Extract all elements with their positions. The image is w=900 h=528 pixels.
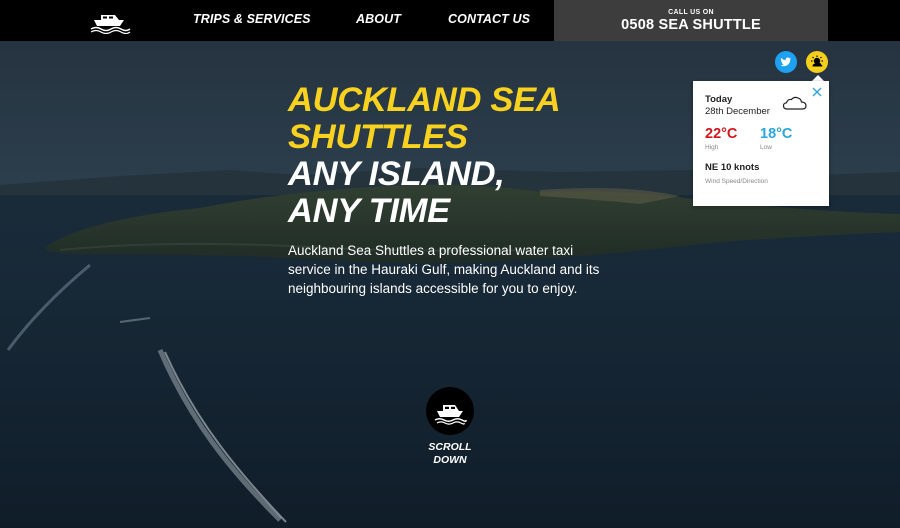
temperature-low-label: Low xyxy=(760,144,772,151)
hero-title-line-2: SHUTTLES xyxy=(288,118,468,156)
scroll-down-label[interactable]: SCROLL DOWN xyxy=(400,441,500,467)
cloud-icon xyxy=(782,96,807,110)
twitter-button[interactable] xyxy=(775,51,797,73)
weather-day: Today xyxy=(705,94,733,105)
temperature-high: 22°C xyxy=(705,126,738,142)
temperature-low: 18°C xyxy=(760,126,793,142)
scroll-label-line-1: SCROLL xyxy=(428,441,472,453)
call-us-label: CALL US ON xyxy=(668,9,714,16)
scroll-down-button[interactable] xyxy=(426,387,474,435)
wind-label: Wind Speed/Direction xyxy=(705,178,768,185)
weather-toggle-button[interactable] xyxy=(806,51,828,73)
nav-link-trips-services[interactable]: TRIPS & SERVICES xyxy=(193,12,311,26)
top-navigation-bar: TRIPS & SERVICES ABOUT CONTACT US CALL U… xyxy=(0,0,900,41)
nav-link-contact-us[interactable]: CONTACT US xyxy=(448,12,530,26)
call-us-button[interactable]: CALL US ON 0508 SEA SHUTTLE xyxy=(554,0,828,41)
twitter-icon xyxy=(780,57,791,67)
scroll-label-line-2: DOWN xyxy=(433,454,467,466)
weather-sun-cloud-icon xyxy=(811,55,823,67)
temperature-high-label: High xyxy=(705,144,719,151)
hero-description: Auckland Sea Shuttles a professional wat… xyxy=(288,243,600,296)
wind-value: NE 10 knots xyxy=(705,162,760,173)
hero-title-line-3: ANY ISLAND, xyxy=(288,155,505,193)
nav-link-about[interactable]: ABOUT xyxy=(356,12,401,26)
hero-title-line-1: AUCKLAND SEA xyxy=(288,81,561,119)
weather-date: 28th December xyxy=(705,106,770,117)
weather-popup: Today 28th December 22°C 18°C High Low N… xyxy=(693,81,829,206)
close-icon[interactable] xyxy=(812,87,822,97)
hero-heading: AUCKLAND SEA SHUTTLES ANY ISLAND, ANY TI… xyxy=(288,81,561,230)
boat-icon xyxy=(434,405,467,425)
call-us-number: 0508 SEA SHUTTLE xyxy=(621,17,761,33)
hero-title-line-4: ANY TIME xyxy=(288,192,450,230)
boat-logo-icon[interactable] xyxy=(88,6,132,35)
